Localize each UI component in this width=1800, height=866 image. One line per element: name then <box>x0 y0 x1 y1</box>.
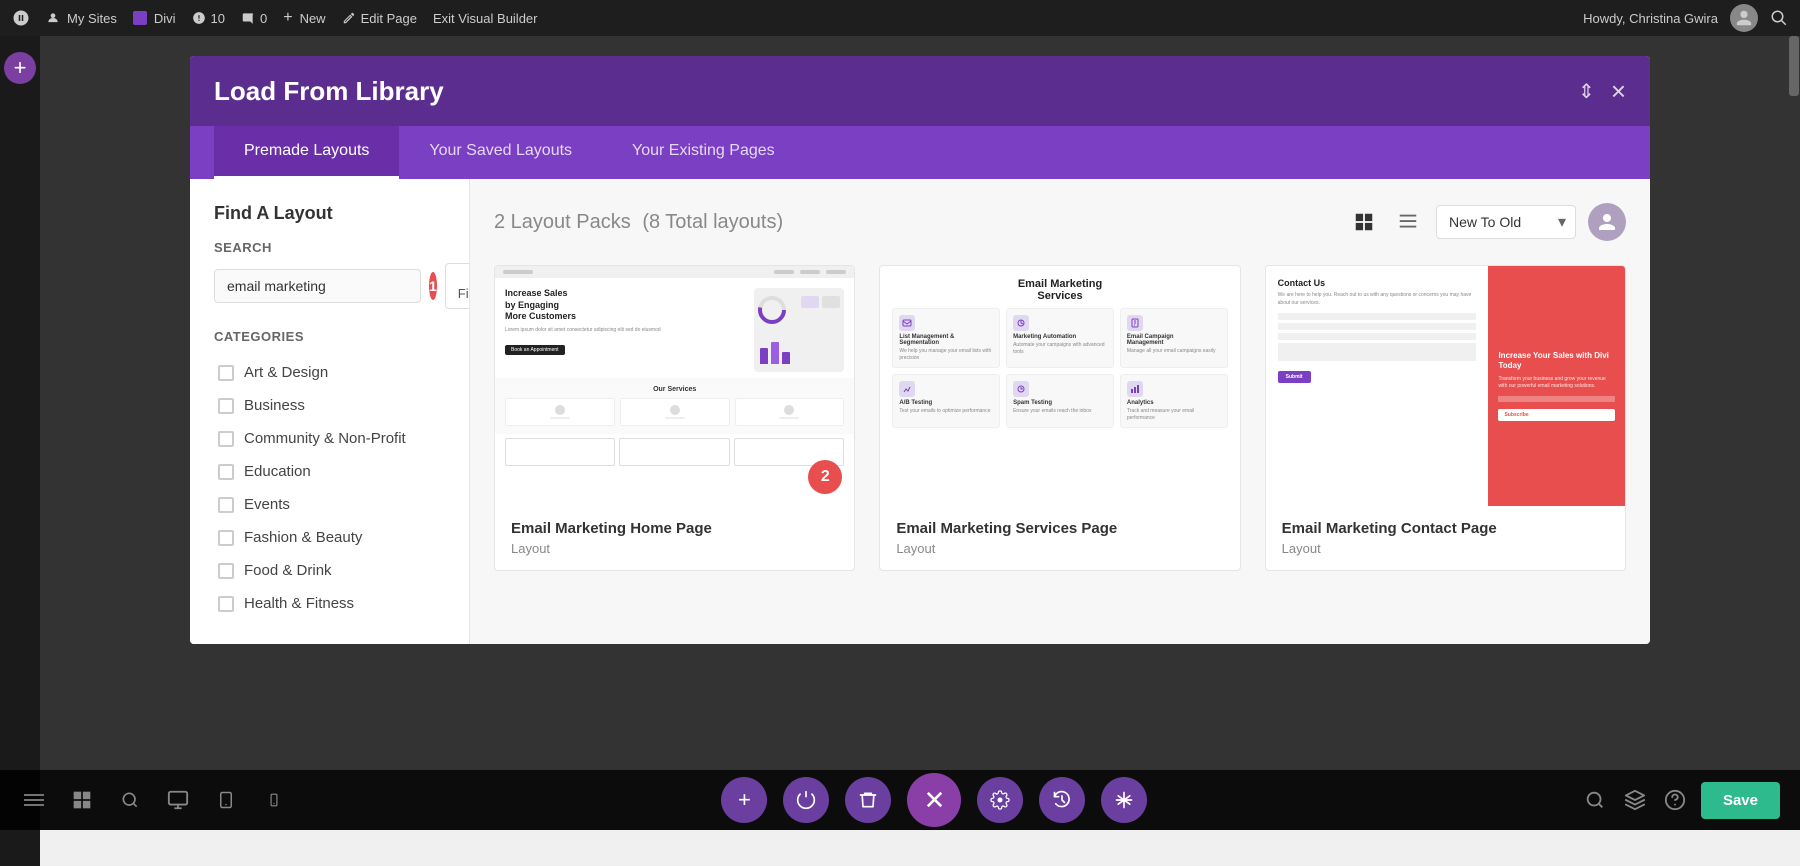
tab-premade-layouts[interactable]: Premade Layouts <box>214 126 399 179</box>
divi-link[interactable]: Divi <box>133 11 176 26</box>
tablet-view-icon[interactable] <box>212 786 240 814</box>
category-checkbox[interactable] <box>218 596 234 612</box>
card-preview-email-home: Increase Salesby EngagingMore Customers … <box>495 266 854 506</box>
add-module-button[interactable]: + <box>4 52 36 84</box>
category-checkbox[interactable] <box>218 563 234 579</box>
category-events[interactable]: Events <box>214 488 445 521</box>
category-checkbox[interactable] <box>218 497 234 513</box>
list-view-icon[interactable] <box>1392 206 1424 238</box>
wordpress-toolbar: My Sites Divi 10 0 + New Edit Page Exit … <box>0 0 1800 36</box>
search-input[interactable] <box>214 269 421 303</box>
sidebar-add-panel: + <box>0 36 40 866</box>
modal-body: Find A Layout Search 1 + Filter Categori… <box>190 179 1650 644</box>
scroll-indicator[interactable] <box>1788 36 1800 770</box>
grid-tool-icon[interactable] <box>68 786 96 814</box>
card-name-email-contact: Email Marketing Contact Page <box>1282 520 1609 537</box>
history-button[interactable] <box>1039 777 1085 823</box>
card-info-email-contact: Email Marketing Contact Page Layout <box>1266 506 1625 570</box>
library-modal: Load From Library ⇕ × Premade Layouts Yo… <box>190 56 1650 644</box>
scroll-thumb <box>1789 36 1799 96</box>
category-checkbox[interactable] <box>218 398 234 414</box>
category-art-design[interactable]: Art & Design <box>214 356 445 389</box>
categories-title: Categories <box>214 329 445 344</box>
layout-header-right: New To Old Old To New A to Z Z to A <box>1348 203 1626 241</box>
add-content-button[interactable]: + <box>721 777 767 823</box>
category-fashion[interactable]: Fashion & Beauty <box>214 521 445 554</box>
updates-link[interactable]: 10 <box>192 11 225 26</box>
category-education[interactable]: Education <box>214 455 445 488</box>
settings-button[interactable] <box>977 777 1023 823</box>
category-checkbox[interactable] <box>218 464 234 480</box>
exit-builder-link[interactable]: Exit Visual Builder <box>433 11 538 26</box>
user-filter-avatar[interactable] <box>1588 203 1626 241</box>
grid-view-icon[interactable] <box>1348 206 1380 238</box>
split-view-icon[interactable]: ⇕ <box>1578 79 1595 104</box>
card-type-email-contact: Layout <box>1282 541 1609 556</box>
category-business[interactable]: Business <box>214 389 445 422</box>
category-checkbox[interactable] <box>218 530 234 546</box>
search-row: 1 + Filter <box>214 263 445 309</box>
layout-sidebar: Find A Layout Search 1 + Filter Categori… <box>190 179 470 644</box>
close-icon[interactable]: × <box>1611 76 1626 107</box>
sort-wrapper: New To Old Old To New A to Z Z to A <box>1436 205 1576 239</box>
cards-grid: Increase Salesby EngagingMore Customers … <box>494 265 1626 571</box>
modal-header: Load From Library ⇕ × <box>190 56 1650 126</box>
tab-saved-layouts[interactable]: Your Saved Layouts <box>399 126 602 179</box>
category-health[interactable]: Health & Fitness <box>214 587 445 620</box>
search-label: Search <box>214 240 445 255</box>
search-bottom-icon[interactable] <box>1581 786 1609 814</box>
tab-existing-pages[interactable]: Your Existing Pages <box>602 126 805 179</box>
category-checkbox[interactable] <box>218 431 234 447</box>
category-food[interactable]: Food & Drink <box>214 554 445 587</box>
save-button[interactable]: Save <box>1701 782 1780 819</box>
filter-button[interactable]: + Filter <box>445 263 470 309</box>
new-link[interactable]: + New <box>283 9 325 27</box>
layout-card-email-home[interactable]: Increase Salesby EngagingMore Customers … <box>494 265 855 571</box>
modal-title: Load From Library <box>214 76 444 107</box>
layout-count: 2 Layout Packs (8 Total layouts) <box>494 211 783 234</box>
sort-select[interactable]: New To Old Old To New A to Z Z to A <box>1436 205 1576 239</box>
modal-tabs: Premade Layouts Your Saved Layouts Your … <box>190 126 1650 179</box>
card-info-email-home: Email Marketing Home Page Layout <box>495 506 854 570</box>
layout-card-email-services[interactable]: Email MarketingServices List Management … <box>879 265 1240 571</box>
my-sites-link[interactable]: My Sites <box>46 11 117 26</box>
card-name-email-home: Email Marketing Home Page <box>511 520 838 537</box>
layout-main-header: 2 Layout Packs (8 Total layouts) New To <box>494 203 1626 241</box>
user-avatar[interactable] <box>1730 4 1758 32</box>
search-icon[interactable] <box>1770 9 1788 27</box>
layers-icon[interactable] <box>1621 786 1649 814</box>
close-builder-button[interactable]: ✕ <box>907 773 961 827</box>
card-info-email-services: Email Marketing Services Page Layout <box>880 506 1239 570</box>
modal-header-icons: ⇕ × <box>1578 76 1626 107</box>
bottom-right-tools: Save <box>1581 782 1780 819</box>
bottom-toolbar: + ✕ Save <box>0 770 1800 830</box>
layout-card-email-contact[interactable]: Contact Us We are here to help you. Reac… <box>1265 265 1626 571</box>
hamburger-icon[interactable] <box>20 786 48 814</box>
sidebar-title: Find A Layout <box>214 203 445 224</box>
mobile-view-icon[interactable] <box>260 786 288 814</box>
wp-logo[interactable] <box>12 9 30 27</box>
card-type-email-home: Layout <box>511 541 838 556</box>
power-button[interactable] <box>783 777 829 823</box>
bottom-left-tools <box>20 786 288 814</box>
desktop-view-icon[interactable] <box>164 786 192 814</box>
search-badge: 1 <box>429 272 437 300</box>
wp-bar-right: Howdy, Christina Gwira <box>1583 4 1788 32</box>
comments-link[interactable]: 0 <box>241 11 267 26</box>
category-community[interactable]: Community & Non-Profit <box>214 422 445 455</box>
bottom-center-tools: + ✕ <box>721 773 1147 827</box>
card-preview-email-services: Email MarketingServices List Management … <box>880 266 1239 506</box>
edit-page-link[interactable]: Edit Page <box>342 11 417 26</box>
card-type-email-services: Layout <box>896 541 1223 556</box>
card-preview-email-contact: Contact Us We are here to help you. Reac… <box>1266 266 1625 506</box>
help-icon[interactable] <box>1661 786 1689 814</box>
card-name-email-services: Email Marketing Services Page <box>896 520 1223 537</box>
category-checkbox[interactable] <box>218 365 234 381</box>
modal-overlay: Load From Library ⇕ × Premade Layouts Yo… <box>40 36 1800 770</box>
trash-button[interactable] <box>845 777 891 823</box>
layout-main: 2 Layout Packs (8 Total layouts) New To <box>470 179 1650 644</box>
search-tool-icon[interactable] <box>116 786 144 814</box>
layout-options-button[interactable] <box>1101 777 1147 823</box>
